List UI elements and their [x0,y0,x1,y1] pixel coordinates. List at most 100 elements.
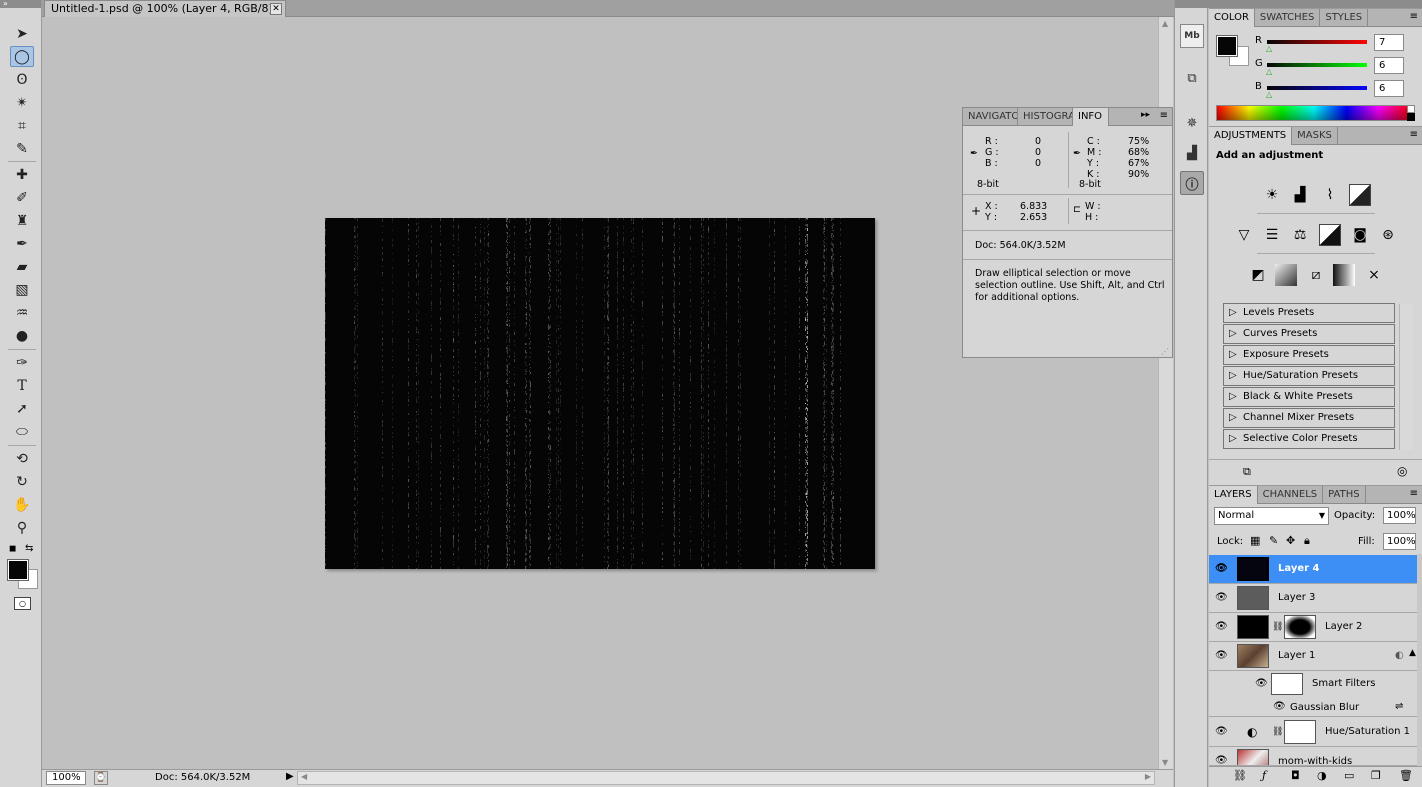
noise-speck [807,525,808,528]
noise-speck [488,420,489,422]
noise-speck [662,507,663,509]
magic-wand-icon[interactable]: ✴ [10,92,34,113]
noise-speck [408,218,409,219]
hand-icon[interactable]: ✋ [10,494,34,515]
noise-speck [774,233,775,236]
document-canvas[interactable] [325,218,875,569]
noise-speck [431,550,432,553]
noise-speck [708,292,709,293]
3d-orbit-icon[interactable]: ↻ [10,471,34,492]
noise-speck [642,443,643,445]
noise-speck [631,394,632,396]
blur-icon[interactable]: ♒ [10,302,34,323]
elliptical-marquee-icon[interactable]: ◯ [10,46,34,67]
noise-speck [431,260,432,261]
lasso-icon[interactable]: ʘ [10,69,34,90]
pen-icon[interactable]: ✑ [10,352,34,373]
noise-speck [826,558,827,559]
type-icon[interactable]: T [10,375,34,396]
noise-speck [833,545,834,546]
noise-speck [674,448,675,449]
noise-speck [807,299,808,301]
noise-speck [488,354,489,357]
noise-speck [488,560,489,562]
noise-speck [807,399,808,402]
3d-rotate-icon[interactable]: ⟲ [10,448,34,469]
noise-speck [708,313,709,316]
noise-speck [357,358,358,359]
move-icon[interactable]: ➤ [10,23,34,44]
noise-speck [440,280,441,282]
noise-speck [714,515,715,516]
noise-speck [506,340,507,343]
noise-speck [556,480,557,482]
noise-speck [832,486,833,487]
noise-speck [833,470,834,473]
noise-speck [484,557,485,559]
noise-speck [608,248,609,249]
swap-colors-icon[interactable]: ⇆ [25,543,33,554]
noise-speck [823,334,824,336]
noise-speck [701,310,702,312]
noise-speck [824,227,825,230]
quick-mask-icon[interactable]: ○ [14,597,31,610]
brush-icon[interactable]: ✐ [10,187,34,208]
noise-speck [708,237,709,239]
noise-speck [726,268,727,271]
tools-grip[interactable]: » [0,0,41,8]
noise-speck [550,436,551,437]
noise-speck [769,508,770,511]
eraser-icon[interactable]: ▰ [10,256,34,277]
noise-speck [740,373,741,376]
noise-speck [726,218,727,221]
noise-speck [431,274,432,276]
noise-speck [576,416,577,417]
noise-speck [418,413,419,415]
noise-speck [633,524,634,525]
noise-speck [556,317,557,319]
noise-speck [703,229,704,231]
noise-speck [799,355,800,358]
noise-speck [831,556,832,557]
noise-speck [604,342,605,345]
path-selection-icon[interactable]: ➚ [10,398,34,419]
clone-stamp-icon[interactable]: ♜ [10,210,34,231]
noise-speck [617,456,618,458]
noise-speck [631,490,632,491]
healing-brush-icon[interactable]: ✚ [10,164,34,185]
noise-speck [416,218,417,219]
close-icon[interactable]: ✕ [270,3,282,15]
noise-speck [325,312,326,315]
noise-speck [826,286,827,287]
noise-speck [325,409,326,411]
noise-speck [576,384,577,385]
noise-speck [806,466,807,467]
noise-speck [458,527,459,529]
ellipse-shape-icon[interactable]: ⬭ [10,421,34,442]
noise-speck [726,368,727,369]
foreground-color-swatch[interactable] [7,559,29,581]
dodge-icon[interactable]: ● [10,325,34,346]
noise-speck [833,408,834,410]
zoom-icon[interactable]: ⚲ [10,517,34,538]
noise-speck [325,526,326,528]
noise-speck [642,248,643,250]
default-colors-icon[interactable]: ◼ [9,544,16,554]
noise-speck [507,239,508,240]
noise-speck [623,368,624,369]
noise-speck [509,554,510,556]
gradient-icon[interactable]: ▧ [10,279,34,300]
noise-speck [823,353,824,355]
eyedropper-icon[interactable]: ✎ [10,138,34,159]
noise-speck [549,413,550,415]
noise-speck [642,377,643,379]
noise-speck [799,349,800,350]
document-tab[interactable]: Untitled-1.psd @ 100% (Layer 4, RGB/8) *… [44,0,286,17]
noise-speck [607,356,608,359]
crop-icon[interactable]: ⌗ [10,115,34,136]
history-brush-icon[interactable]: ✒ [10,233,34,254]
noise-speck [488,532,489,533]
noise-speck [662,323,663,326]
noise-speck [549,372,550,375]
noise-speck [548,465,549,466]
